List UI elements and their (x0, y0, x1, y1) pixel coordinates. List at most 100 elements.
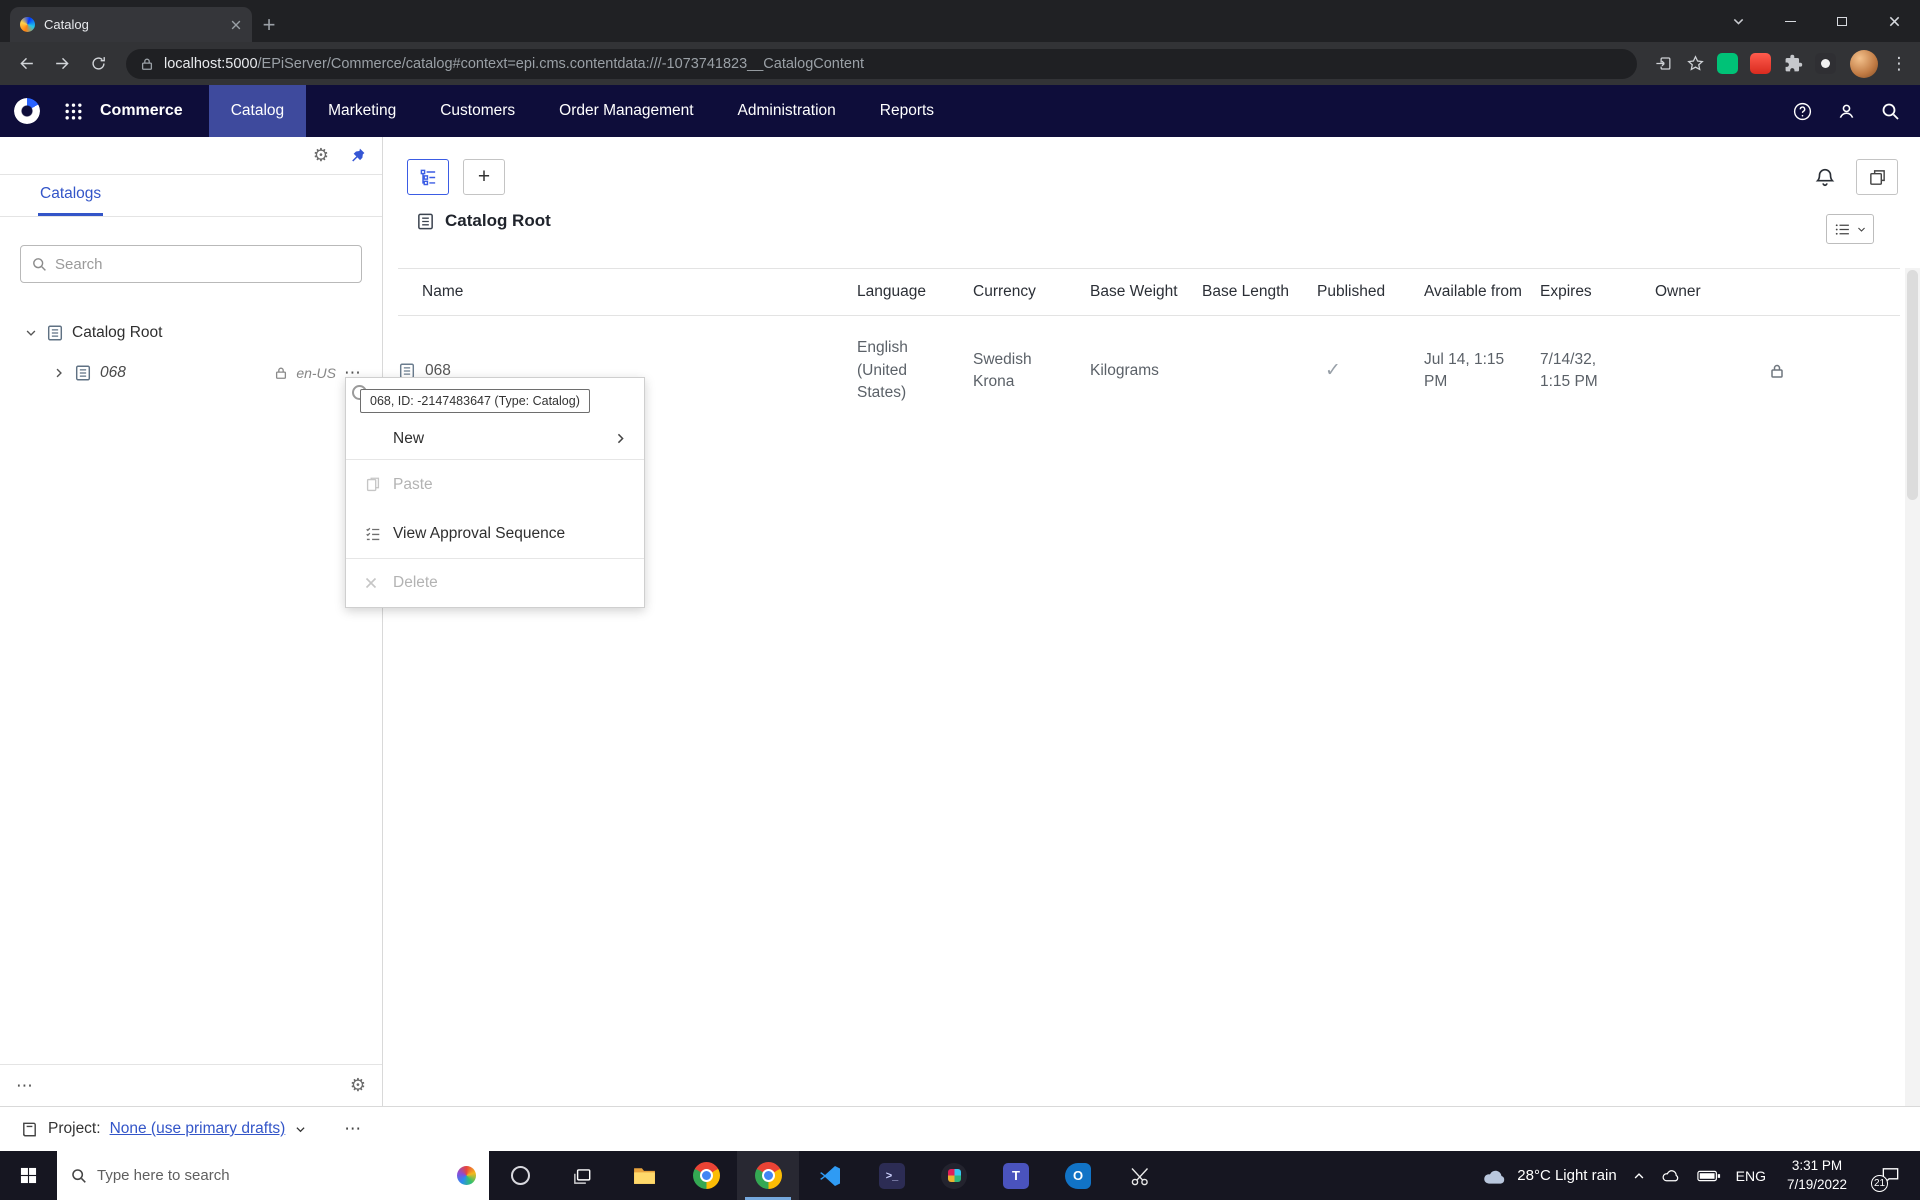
vertical-scrollbar[interactable] (1905, 268, 1920, 1106)
project-book-icon (20, 1120, 39, 1139)
menu-item-paste[interactable]: Paste (346, 460, 644, 509)
chevron-down-icon[interactable] (24, 326, 38, 340)
start-button[interactable] (0, 1151, 57, 1200)
window-maximize-button[interactable] (1816, 0, 1868, 42)
cortana-icon[interactable] (489, 1151, 551, 1200)
back-button[interactable] (8, 46, 44, 82)
project-more-icon[interactable]: ⋯ (344, 1119, 362, 1139)
user-icon[interactable] (1824, 85, 1868, 137)
chevron-down-icon[interactable] (294, 1123, 307, 1136)
column-header-available-from[interactable]: Available from (1424, 283, 1540, 301)
profile-avatar[interactable] (1850, 49, 1878, 78)
cell-expires: 7/14/32, 1:15 PM (1540, 350, 1598, 390)
sort-asc-icon[interactable] (826, 300, 839, 301)
column-header-base-weight[interactable]: Base Weight (1090, 283, 1202, 301)
window-close-button[interactable] (1868, 0, 1920, 42)
bookmark-star-icon[interactable] (1679, 48, 1711, 80)
url-path: /EPiServer/Commerce/catalog#context=epi.… (257, 55, 865, 72)
tab-catalogs[interactable]: Catalogs (38, 175, 104, 216)
file-explorer-icon[interactable] (613, 1151, 675, 1200)
sidebar-bottom-gear-icon[interactable]: ⚙ (350, 1076, 366, 1095)
tree-view-toggle-button[interactable] (407, 159, 449, 195)
vscode-icon[interactable] (799, 1151, 861, 1200)
menu-item-new[interactable]: New (346, 418, 644, 460)
cell-published: ✓ (1317, 357, 1424, 385)
teams-icon[interactable]: T (985, 1151, 1047, 1200)
address-bar[interactable]: localhost:5000/EPiServer/Commerce/catalo… (126, 48, 1637, 79)
global-search-icon[interactable] (1868, 85, 1912, 137)
tree-item-068[interactable]: 068 en-US ⋯ (0, 353, 382, 393)
taskbar-weather[interactable]: 28°C Light rain (1482, 1166, 1617, 1186)
project-selector-link[interactable]: None (use primary drafts) (110, 1120, 286, 1138)
tree-item-catalog-root[interactable]: Catalog Root (0, 313, 382, 353)
search-highlights-icon[interactable] (457, 1166, 476, 1185)
lock-icon (274, 366, 288, 380)
assets-pane-button[interactable] (1856, 159, 1898, 195)
chevron-right-icon[interactable] (52, 366, 66, 380)
tray-chevron-up-icon[interactable] (1632, 1169, 1646, 1183)
extension-icon-1[interactable] (1717, 53, 1738, 74)
tab-close-icon[interactable] (230, 19, 242, 31)
extension-icon-3[interactable] (1815, 53, 1836, 74)
scrollbar-thumb[interactable] (1907, 270, 1918, 500)
nav-item-catalog[interactable]: Catalog (208, 85, 307, 137)
optimizely-logo[interactable] (10, 94, 44, 128)
page-title: Catalog Root (445, 211, 551, 230)
task-view-icon[interactable] (551, 1151, 613, 1200)
forward-button[interactable] (44, 46, 80, 82)
slack-icon[interactable] (923, 1151, 985, 1200)
onedrive-cloud-icon[interactable] (1661, 1167, 1682, 1184)
submenu-chevron-icon (613, 431, 628, 446)
column-header-language[interactable]: Language (857, 283, 973, 301)
new-tab-button[interactable]: + (252, 7, 286, 42)
nav-item-order-management[interactable]: Order Management (537, 85, 715, 137)
nav-item-administration[interactable]: Administration (716, 85, 858, 137)
cell-base-weight: Kilograms (1090, 361, 1159, 379)
chrome-icon-active[interactable] (737, 1151, 799, 1200)
help-icon[interactable] (1780, 85, 1824, 137)
notifications-bell-icon[interactable] (1814, 166, 1836, 188)
taskbar-search-box[interactable] (57, 1151, 489, 1200)
action-center-icon[interactable]: 21 (1868, 1151, 1912, 1200)
outlook-icon[interactable]: O (1047, 1151, 1109, 1200)
menu-item-delete[interactable]: Delete (346, 558, 644, 607)
nav-item-marketing[interactable]: Marketing (306, 85, 418, 137)
app-switcher-waffle-icon[interactable] (54, 85, 92, 137)
chrome-icon[interactable] (675, 1151, 737, 1200)
column-header-expires[interactable]: Expires (1540, 283, 1655, 301)
nav-item-reports[interactable]: Reports (858, 85, 956, 137)
tree-child-label: 068 (100, 364, 126, 381)
extension-icon-2[interactable] (1750, 53, 1771, 74)
sidebar-search-input[interactable] (55, 255, 351, 273)
column-header-name[interactable]: Name (398, 283, 857, 301)
menu-item-view-approval-sequence[interactable]: View Approval Sequence (346, 509, 644, 558)
input-language[interactable]: ENG (1736, 1168, 1766, 1184)
tab-search-icon[interactable] (1712, 0, 1764, 42)
browser-tab[interactable]: Catalog (10, 7, 252, 42)
share-icon[interactable] (1647, 48, 1679, 80)
sidebar-search-box (20, 245, 362, 283)
catalog-sidebar: ⚙ Catalogs Catalog Root 068 en-US ⋯ ⋯ ⚙ (0, 137, 383, 1106)
column-header-owner[interactable]: Owner (1655, 283, 1900, 301)
pin-panel-icon[interactable] (349, 147, 366, 164)
nav-item-customers[interactable]: Customers (418, 85, 537, 137)
view-options-dropdown[interactable] (1826, 214, 1874, 244)
add-new-button[interactable]: + (463, 159, 505, 195)
site-lock-icon (140, 57, 154, 71)
snipping-tool-icon[interactable] (1109, 1151, 1171, 1200)
window-minimize-button[interactable] (1764, 0, 1816, 42)
column-header-published[interactable]: Published (1317, 283, 1424, 301)
terminal-icon[interactable]: >_ (861, 1151, 923, 1200)
sidebar-settings-gear-icon[interactable]: ⚙ (313, 146, 329, 165)
browser-menu-icon[interactable]: ⋮ (1886, 54, 1912, 74)
clock[interactable]: 3:31 PM 7/19/2022 (1781, 1157, 1853, 1193)
window-controls (1712, 0, 1920, 42)
reload-button[interactable] (80, 46, 116, 82)
system-tray: 28°C Light rain ENG 3:31 PM 7/19/2022 21 (1482, 1151, 1920, 1200)
battery-icon[interactable] (1697, 1169, 1721, 1183)
column-header-currency[interactable]: Currency (973, 283, 1090, 301)
taskbar-search-input[interactable] (97, 1167, 447, 1184)
extensions-puzzle-icon[interactable] (1777, 48, 1809, 80)
sidebar-more-icon[interactable]: ⋯ (16, 1076, 34, 1096)
column-header-base-length[interactable]: Base Length (1202, 283, 1317, 301)
